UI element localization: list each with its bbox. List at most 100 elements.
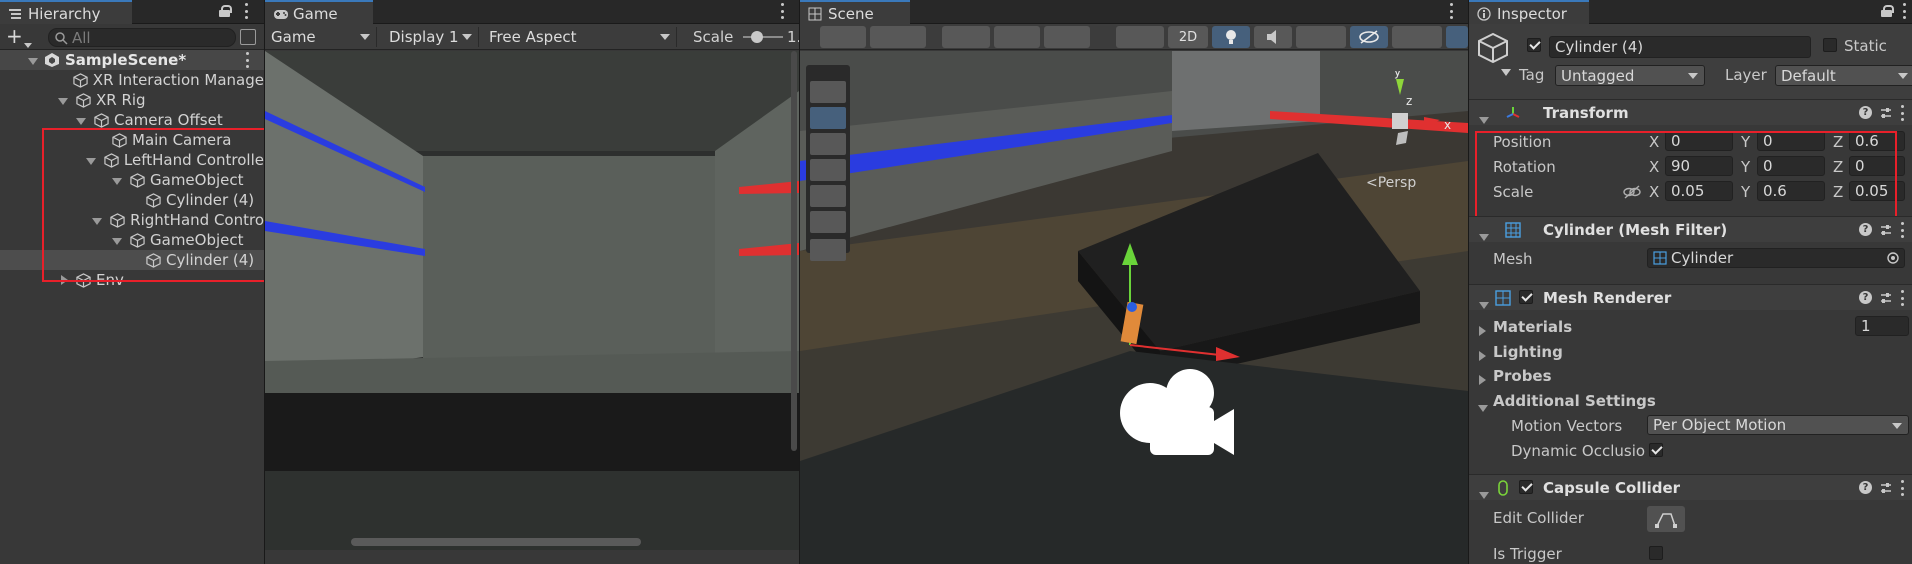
toggle-2d-button[interactable]: 2D (1168, 26, 1208, 48)
shading-mode-button[interactable] (870, 26, 926, 48)
static-checkbox[interactable] (1823, 38, 1837, 52)
render-mode-button[interactable] (1116, 26, 1164, 48)
hand-tool-button[interactable] (810, 81, 846, 103)
capsule-collider-enabled-checkbox[interactable] (1519, 480, 1533, 494)
collapse-arrow-icon[interactable] (1479, 485, 1489, 503)
lock-icon[interactable] (1881, 5, 1894, 17)
tag-dropdown[interactable]: Untagged (1555, 65, 1705, 86)
rotation-label[interactable]: Rotation (1493, 158, 1556, 176)
game-menu-icon[interactable] (779, 3, 785, 19)
probes-expand-icon[interactable] (1479, 371, 1486, 389)
expand-arrow-icon[interactable] (92, 218, 103, 225)
lock-icon[interactable] (219, 5, 232, 17)
mesh-object-field[interactable]: Cylinder (1647, 248, 1905, 268)
position-label[interactable]: Position (1493, 133, 1551, 151)
rotation-z-field[interactable]: 0 (1849, 156, 1905, 176)
hierarchy-menu-icon[interactable] (243, 3, 249, 19)
tree-item-main-camera[interactable]: Main Camera (0, 130, 264, 150)
expand-arrow-icon[interactable] (28, 58, 38, 65)
inspector-menu-icon[interactable] (1901, 3, 1907, 19)
rotation-x-axis[interactable]: X (1649, 158, 1659, 176)
tree-item-lefthand-controller[interactable]: LeftHand Controlle (0, 150, 264, 170)
tab-scene[interactable]: Scene (800, 0, 910, 24)
position-y-axis[interactable]: Y (1741, 133, 1750, 151)
scene-root-row[interactable]: SampleScene* (0, 50, 264, 70)
scale-z-axis[interactable]: Z (1833, 183, 1843, 201)
aspect-dropdown[interactable]: Free Aspect (485, 27, 677, 47)
tree-item-cylinder-right-selected[interactable]: Cylinder (4) (0, 250, 264, 270)
camera-icon[interactable] (1110, 351, 1260, 461)
expand-arrow-icon[interactable] (112, 178, 122, 185)
lighting-expand-icon[interactable] (1479, 347, 1486, 365)
layer-dropdown[interactable]: Default (1775, 65, 1912, 86)
help-icon[interactable]: ? (1859, 223, 1872, 236)
add-button[interactable]: + (6, 24, 23, 48)
collapse-arrow-icon[interactable] (1479, 295, 1489, 313)
expand-arrow-icon[interactable] (85, 158, 96, 165)
probes-label[interactable]: Probes (1493, 367, 1552, 385)
preset-icon[interactable] (1879, 223, 1893, 237)
scene-menu-icon[interactable] (1448, 3, 1454, 19)
tree-item-cylinder-left[interactable]: Cylinder (4) (0, 190, 264, 210)
rect-tool-button[interactable] (810, 185, 846, 207)
scene-menu-icon[interactable] (244, 52, 250, 68)
motion-vectors-dropdown[interactable]: Per Object Motion (1647, 415, 1909, 435)
dynamic-occlusion-label[interactable]: Dynamic Occlusio (1511, 442, 1645, 460)
preset-icon[interactable] (1879, 106, 1893, 120)
position-z-axis[interactable]: Z (1833, 133, 1843, 151)
move-tool-button[interactable] (810, 107, 846, 129)
mesh-label[interactable]: Mesh (1493, 250, 1533, 268)
scale-label[interactable]: Scale (1493, 183, 1533, 201)
grid-toggle-button[interactable] (994, 26, 1040, 48)
custom-tool-button[interactable] (810, 239, 846, 261)
tab-inspector[interactable]: Inspector (1469, 0, 1589, 24)
lighting-toggle-button[interactable] (1212, 26, 1250, 48)
lighting-label[interactable]: Lighting (1493, 343, 1563, 361)
transform-header[interactable]: Transform ? (1469, 99, 1912, 125)
transform-tool-button[interactable] (810, 211, 846, 233)
tree-item-xr-rig[interactable]: XR Rig (0, 90, 264, 110)
tree-item-gameobject-right[interactable]: GameObject (0, 230, 264, 250)
position-x-axis[interactable]: X (1649, 133, 1659, 151)
scale-x-field[interactable]: 0.05 (1665, 181, 1733, 201)
axis-gizmo[interactable]: y z x (1356, 71, 1466, 181)
tree-item-env[interactable]: Env (0, 270, 264, 290)
tree-item-xr-interaction-manager[interactable]: XR Interaction Manage (0, 70, 264, 90)
rotation-y-field[interactable]: 0 (1757, 156, 1825, 176)
effects-button[interactable] (1296, 26, 1346, 48)
audio-toggle-button[interactable] (1254, 26, 1292, 48)
move-handle-gizmo[interactable] (1120, 243, 1260, 363)
help-icon[interactable]: ? (1859, 106, 1872, 119)
expand-arrow-icon[interactable] (112, 238, 122, 245)
motion-vectors-label[interactable]: Motion Vectors (1511, 417, 1622, 435)
collapse-arrow-icon[interactable] (1479, 110, 1489, 128)
position-z-field[interactable]: 0.6 (1849, 131, 1905, 151)
game-vscrollbar[interactable] (791, 51, 797, 451)
rotation-z-axis[interactable]: Z (1833, 158, 1843, 176)
help-icon[interactable]: ? (1859, 291, 1872, 304)
additional-settings-expand-icon[interactable] (1478, 398, 1488, 416)
rotate-tool-button[interactable] (810, 133, 846, 155)
icon-chevron-down-icon[interactable] (1501, 62, 1511, 80)
game-mode-dropdown[interactable]: Game (267, 27, 377, 47)
gameobject-large-icon[interactable] (1477, 32, 1509, 64)
scale-y-field[interactable]: 0.6 (1757, 181, 1825, 201)
grid-snap-button[interactable] (942, 26, 990, 48)
tree-item-camera-offset[interactable]: Camera Offset (0, 110, 264, 130)
camera-settings-button[interactable] (1392, 26, 1442, 48)
rotation-x-field[interactable]: 90 (1665, 156, 1733, 176)
object-picker-icon[interactable] (1886, 251, 1900, 265)
game-viewport[interactable] (265, 51, 799, 550)
scale-z-field[interactable]: 0.05 (1849, 181, 1905, 201)
additional-settings-label[interactable]: Additional Settings (1493, 392, 1656, 410)
mesh-renderer-header[interactable]: Mesh Renderer ? (1469, 284, 1912, 310)
scene-search-icon[interactable] (240, 29, 256, 45)
scale-x-axis[interactable]: X (1649, 183, 1659, 201)
scene-visibility-button[interactable] (1350, 26, 1388, 48)
tree-item-righthand-controller[interactable]: RightHand Contro (0, 210, 264, 230)
game-scrollbar[interactable] (351, 538, 641, 546)
dynamic-occlusion-checkbox[interactable] (1649, 443, 1663, 457)
preset-icon[interactable] (1879, 291, 1893, 305)
transform-menu-icon[interactable] (1899, 105, 1905, 121)
mesh-filter-header[interactable]: Cylinder (Mesh Filter) ? (1469, 216, 1912, 242)
